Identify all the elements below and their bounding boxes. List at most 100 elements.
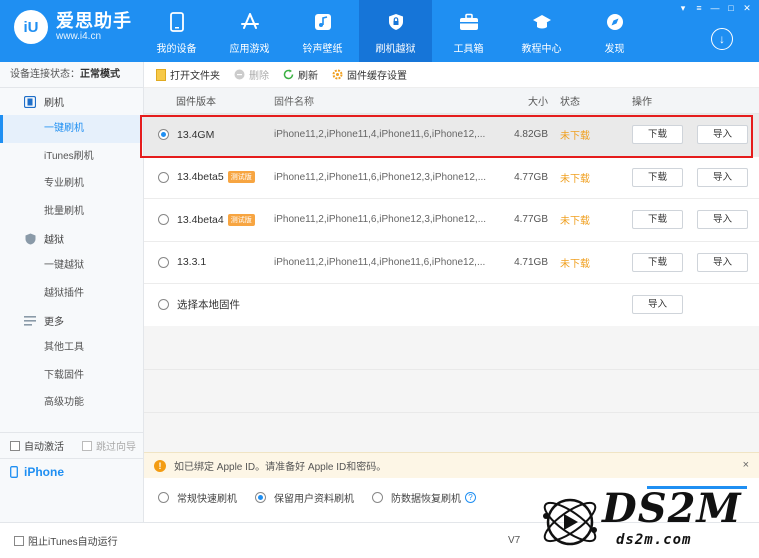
header-state: 状态 [560, 97, 580, 108]
sidebar-item-pro-flash[interactable]: 专业刷机 [0, 170, 143, 198]
sidebar-item-download-firmware[interactable]: 下载固件 [0, 362, 143, 390]
sidebar-item-jailbreak-plugins[interactable]: 越狱插件 [0, 280, 143, 308]
import-button[interactable]: 导入 [697, 252, 748, 272]
watermark-url: ds2m.com [616, 532, 692, 548]
notice-text: 如已绑定 Apple ID。请准备好 Apple ID和密码。 [174, 462, 387, 473]
sidebar-section-flash: 刷机 [0, 88, 143, 115]
download-button[interactable]: 下载 [632, 210, 683, 230]
sidebar-item-one-click-jailbreak[interactable]: 一键越狱 [0, 252, 143, 280]
skin-icon[interactable]: ▾ [677, 3, 689, 13]
refresh-button[interactable]: 刷新 [283, 67, 318, 82]
table-row[interactable]: 13.3.1 iPhone11,2,iPhone11,4,iPhone11,6,… [144, 242, 759, 284]
download-button[interactable]: 下载 [632, 167, 683, 187]
table-row[interactable]: 13.4GM iPhone11,2,iPhone11,4,iPhone11,6,… [144, 114, 759, 157]
watermark-logo-icon [543, 498, 597, 546]
sidebar-item-itunes-flash[interactable]: iTunes刷机 [0, 143, 143, 171]
toolbar: 打开文件夹 删除 刷新 固件缓存设置 [144, 62, 759, 88]
auto-activate-checkbox[interactable] [10, 440, 20, 451]
import-button[interactable]: 导入 [697, 210, 748, 230]
sidebar-item-one-click-flash[interactable]: 一键刷机 [0, 115, 143, 143]
minimize-icon[interactable]: — [709, 3, 721, 13]
table-row[interactable]: 13.4beta5 测试版 iPhone11,2,iPhone11,6,iPhon… [144, 157, 759, 199]
nav-apps-games[interactable]: 应用游戏 [213, 0, 286, 62]
firmware-radio[interactable] [158, 256, 169, 268]
device-entry[interactable]: iPhone [0, 458, 143, 484]
compass-icon [605, 12, 625, 32]
mode-anti-recovery[interactable]: 防数据恢复刷机 ? [372, 490, 476, 505]
mode-keep-data[interactable]: 保留用户资料刷机 [255, 490, 354, 505]
firmware-radio[interactable] [158, 171, 169, 183]
main-panel: 打开文件夹 删除 刷新 固件缓存设置 固件版本 固件名称 大小 状态 操作 13 [144, 62, 759, 558]
refresh-icon [283, 69, 294, 80]
download-button[interactable]: 下载 [632, 125, 683, 145]
app-name: 爱思助手 [56, 11, 132, 31]
download-button[interactable]: 下载 [632, 252, 683, 272]
sidebar-item-other-tools[interactable]: 其他工具 [0, 334, 143, 362]
app-url: www.i4.cn [56, 31, 102, 42]
toolbox-icon [459, 12, 479, 32]
music-icon [313, 12, 333, 32]
window-controls: ▾ ≡ — □ ✕ [677, 3, 753, 13]
iphone-device-icon [10, 465, 18, 478]
nav-discover[interactable]: 发现 [578, 0, 651, 62]
firmware-radio[interactable] [158, 214, 169, 226]
watermark: DS2M ds2m.com [534, 486, 754, 554]
mode-quick-radio[interactable] [158, 491, 169, 503]
skip-guide-checkbox[interactable] [82, 440, 92, 451]
maximize-icon[interactable]: □ [725, 3, 737, 13]
app-version: V7 [508, 535, 521, 546]
device-status: 设备连接状态：正常模式 [0, 62, 143, 88]
flash-icon [24, 95, 36, 108]
header-actions: 操作 [632, 97, 652, 108]
local-firmware-radio[interactable] [158, 299, 169, 311]
graduation-cap-icon [532, 12, 552, 32]
header-name: 固件名称 [274, 97, 314, 108]
download-manager-icon[interactable]: ↓ [711, 28, 733, 50]
sidebar-section-jailbreak: 越狱 [0, 225, 143, 252]
mode-quick-flash[interactable]: 常规快速刷机 [158, 490, 237, 505]
device-mode: 正常模式 [80, 69, 120, 80]
sidebar-item-batch-flash[interactable]: 批量刷机 [0, 198, 143, 226]
open-folder-button[interactable]: 打开文件夹 [156, 67, 220, 82]
main-nav: 我的设备 应用游戏 铃声壁纸 刷机越狱 工具箱 教程中心 发现 [140, 0, 651, 62]
menu-icon[interactable]: ≡ [693, 3, 705, 13]
beta-badge: 测试版 [227, 213, 255, 226]
block-itunes-label: 阻止iTunes自动运行 [28, 537, 118, 548]
device-name: iPhone [24, 464, 65, 479]
download-state: 未下载 [560, 258, 590, 270]
sidebar: 设备连接状态：正常模式 刷机 一键刷机 iTunes刷机 专业刷机 批量刷机 越… [0, 62, 144, 558]
logo-icon: iU [14, 10, 48, 44]
close-notice-icon[interactable]: × [743, 459, 749, 471]
nav-ringtones-wallpapers[interactable]: 铃声壁纸 [286, 0, 359, 62]
sidebar-item-advanced[interactable]: 高级功能 [0, 389, 143, 417]
close-icon[interactable]: ✕ [741, 3, 753, 13]
local-firmware-row[interactable]: 选择本地固件 导入 [144, 284, 759, 327]
mode-anti-recovery-radio[interactable] [372, 491, 383, 503]
nav-my-device[interactable]: 我的设备 [140, 0, 213, 62]
table-row[interactable]: 13.4beta4 测试版 iPhone11,2,iPhone11,6,iPhon… [144, 199, 759, 242]
jailbreak-shield-icon [24, 233, 36, 245]
watermark-text: DS2M [602, 485, 742, 532]
firmware-radio[interactable] [158, 129, 169, 141]
download-state: 未下载 [560, 131, 590, 143]
warning-icon: ! [154, 459, 166, 472]
top-bar: iU 爱思助手 www.i4.cn 我的设备 应用游戏 铃声壁纸 刷机越狱 工具… [0, 0, 759, 62]
help-icon[interactable]: ? [465, 491, 476, 503]
import-button[interactable]: 导入 [697, 167, 748, 187]
block-itunes-checkbox[interactable] [14, 535, 24, 546]
header-size: 大小 [528, 97, 548, 108]
gear-icon [332, 69, 343, 80]
header-version: 固件版本 [176, 97, 216, 108]
mode-keep-radio[interactable] [255, 491, 266, 503]
list-icon [24, 315, 36, 327]
nav-tutorials[interactable]: 教程中心 [505, 0, 578, 62]
import-button[interactable]: 导入 [697, 125, 748, 145]
empty-table-area [144, 326, 759, 452]
nav-toolbox[interactable]: 工具箱 [432, 0, 505, 62]
cache-settings-button[interactable]: 固件缓存设置 [332, 67, 407, 82]
import-local-button[interactable]: 导入 [632, 295, 683, 315]
phone-icon [167, 12, 187, 32]
delete-button[interactable]: 删除 [234, 67, 269, 82]
auto-activate-row: 自动激活 跳过向导 [0, 432, 143, 458]
nav-flash-jailbreak[interactable]: 刷机越狱 [359, 0, 432, 62]
